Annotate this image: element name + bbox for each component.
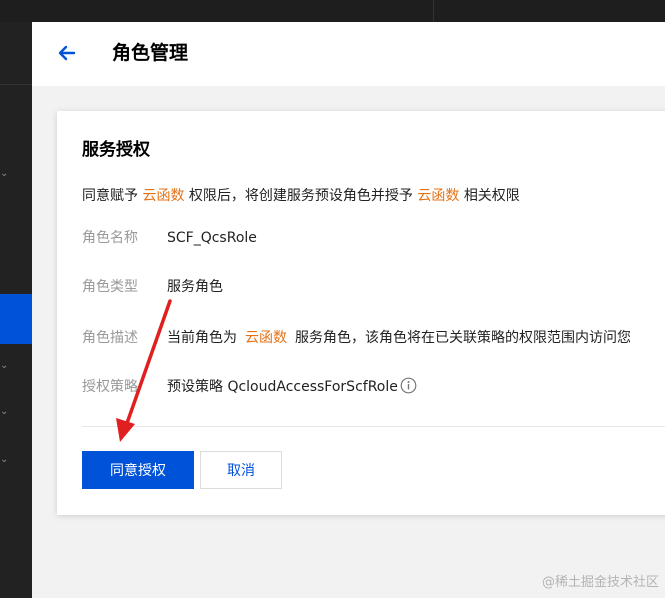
intro-highlight-1: 云函数	[142, 188, 185, 204]
intro-text: 同意赋予 云函数 权限后，将创建服务预设角色并授予 云函数 相关权限	[82, 186, 520, 206]
intro-part3: 相关权限	[463, 188, 520, 204]
page-title: 角色管理	[112, 42, 189, 64]
top-bar	[0, 0, 665, 22]
policy-value-text: 预设策略 QcloudAccessForScfRole	[167, 379, 398, 395]
chevron-down-icon[interactable]: ⌄	[0, 406, 12, 418]
info-icon[interactable]	[400, 377, 417, 394]
chevron-down-icon[interactable]: ⌄	[0, 454, 12, 466]
sidebar-divider	[0, 84, 32, 85]
card-heading: 服务授权	[82, 140, 150, 160]
role-type-label: 角色类型	[82, 279, 138, 295]
role-name-value: SCF_QcsRole	[167, 230, 257, 246]
role-desc-part2: 服务角色，该角色将在已关联策略的权限范围内访问您	[295, 330, 631, 346]
intro-part2: 权限后，将创建服务预设角色并授予	[188, 188, 413, 204]
role-name-label: 角色名称	[82, 230, 138, 246]
card-divider	[82, 426, 665, 427]
page-header: 角色管理	[32, 22, 665, 86]
sidebar: ⌄ ⌄ ⌄ ⌄	[0, 22, 32, 598]
sidebar-item-active[interactable]	[0, 294, 32, 344]
role-type-value: 服务角色	[167, 279, 223, 295]
policy-value: 预设策略 QcloudAccessForScfRole	[167, 377, 417, 397]
watermark: @稀土掘金技术社区	[541, 575, 659, 590]
intro-part1: 同意赋予	[82, 188, 138, 204]
back-arrow-icon[interactable]	[54, 40, 80, 66]
role-desc-part1: 当前角色为	[167, 330, 237, 346]
intro-highlight-2: 云函数	[417, 188, 460, 204]
agree-authorize-button[interactable]: 同意授权	[82, 451, 194, 489]
chevron-down-icon[interactable]: ⌄	[0, 360, 12, 372]
role-desc-value: 当前角色为 云函数 服务角色，该角色将在已关联策略的权限范围内访问您	[167, 328, 631, 348]
role-desc-label: 角色描述	[82, 330, 138, 346]
chevron-down-icon[interactable]: ⌄	[0, 168, 12, 180]
cancel-button[interactable]: 取消	[200, 451, 282, 489]
top-bar-divider	[433, 0, 434, 22]
policy-label: 授权策略	[82, 379, 138, 395]
role-desc-highlight: 云函数	[245, 330, 287, 346]
authorization-card: 服务授权 同意赋予 云函数 权限后，将创建服务预设角色并授予 云函数 相关权限 …	[57, 111, 665, 515]
